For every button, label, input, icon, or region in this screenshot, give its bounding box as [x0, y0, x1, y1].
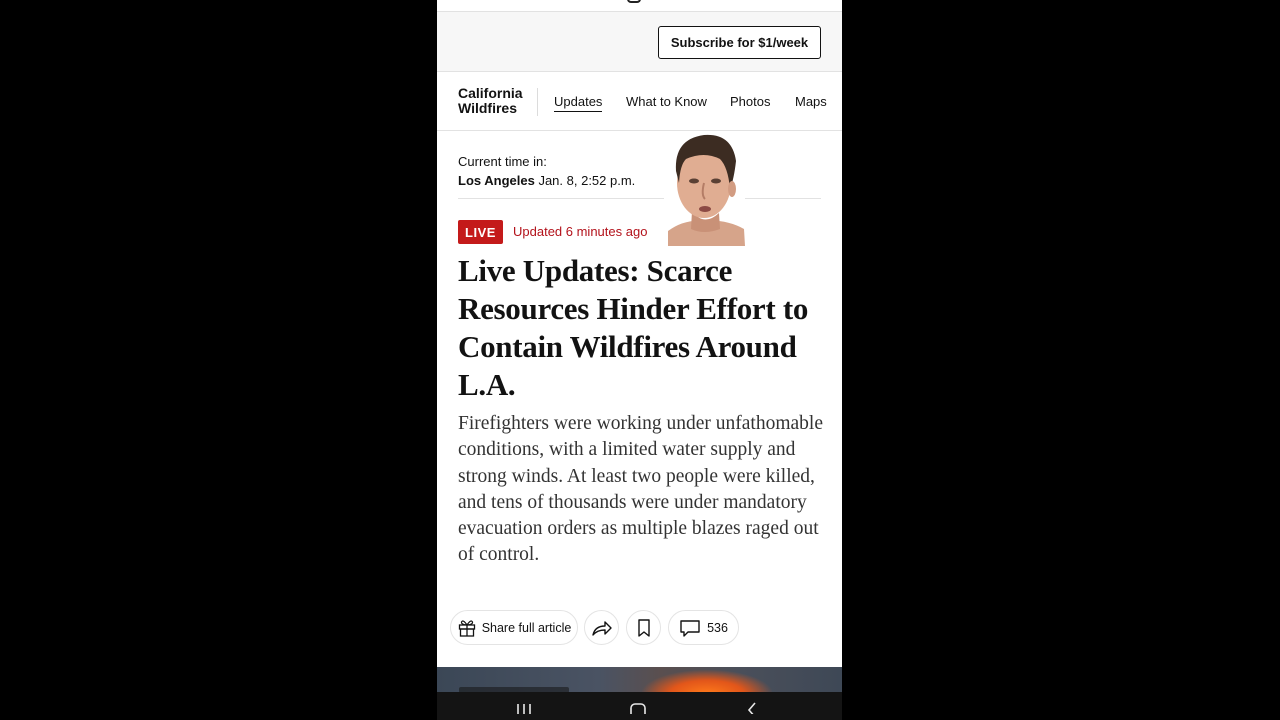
android-navigation-bar	[437, 692, 842, 720]
share-full-article-button[interactable]: Share full article	[450, 610, 578, 645]
live-badge: LIVE	[458, 220, 503, 244]
current-time-label: Current time in:	[458, 154, 547, 169]
comments-button[interactable]: 536	[668, 610, 739, 645]
face-overlay-image	[664, 131, 745, 246]
phone-screen: Subscribe for $1/week California Wildfir…	[437, 0, 842, 720]
current-time-city: Los Angeles	[458, 173, 535, 188]
share-arrow-icon	[591, 620, 612, 636]
comment-icon	[680, 619, 700, 637]
share-full-article-label: Share full article	[481, 620, 572, 635]
bookmark-icon	[637, 618, 650, 637]
top-edge-icon	[627, 0, 641, 3]
tab-photos[interactable]: Photos	[730, 94, 770, 109]
subscribe-button[interactable]: Subscribe for $1/week	[658, 26, 821, 59]
share-button[interactable]	[584, 610, 619, 645]
subscribe-bar: Subscribe for $1/week	[437, 12, 842, 72]
current-time-value: Jan. 8, 2:52 p.m.	[538, 173, 636, 188]
recent-apps-icon[interactable]	[515, 702, 533, 714]
tab-updates[interactable]: Updates	[554, 94, 603, 112]
nav-divider	[537, 88, 538, 116]
current-time-block: Current time in: Los Angeles Jan. 8, 2:5…	[458, 152, 635, 190]
article-headline[interactable]: Live Updates: Scarce Resources Hinder Ef…	[458, 252, 828, 404]
tab-what-to-know[interactable]: What to Know	[626, 94, 707, 109]
tab-maps[interactable]: Maps	[795, 94, 827, 109]
comment-count: 536	[707, 620, 728, 635]
status-strip	[437, 0, 842, 12]
back-icon[interactable]	[743, 702, 761, 714]
section-nav: California Wildfires Updates What to Kno…	[437, 72, 842, 131]
save-button[interactable]	[626, 610, 661, 645]
gift-icon	[458, 619, 475, 637]
home-icon[interactable]	[629, 702, 647, 714]
article-summary: Firefighters were working under unfathom…	[458, 413, 823, 566]
section-title[interactable]: California Wildfires	[458, 86, 538, 116]
updated-timestamp: Updated 6 minutes ago	[513, 224, 648, 239]
divider	[458, 198, 821, 199]
